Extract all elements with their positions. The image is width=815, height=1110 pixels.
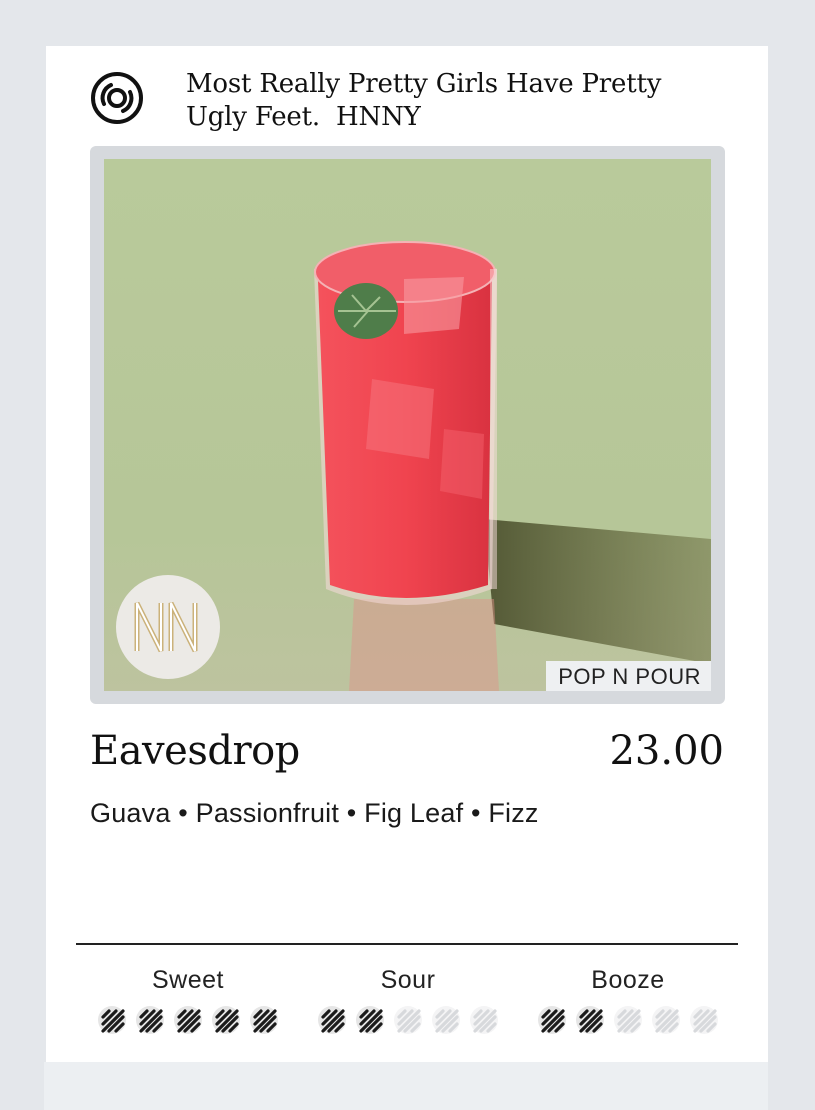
hatch-filled-icon (356, 1006, 384, 1034)
hatch-filled-icon (212, 1006, 240, 1034)
sour-scale: Sour (308, 966, 508, 1035)
hatch-filled-icon (538, 1006, 566, 1034)
scale-label-booze: Booze (591, 966, 665, 994)
song-title-line1: Most Really Pretty Girls Have Pretty (186, 69, 662, 99)
drink-photo-frame: POP N POUR (90, 146, 725, 704)
sweet-rating (88, 1005, 288, 1035)
divider (76, 943, 738, 945)
ice-cube (366, 379, 434, 459)
hatch-filled-icon (98, 1006, 126, 1034)
next-card-edge (44, 1062, 768, 1110)
hatch-filled-icon (250, 1006, 278, 1034)
scale-label-sweet: Sweet (152, 966, 224, 994)
hatch-empty-icon (690, 1006, 718, 1034)
hatch-empty-icon (614, 1006, 642, 1034)
menu-card: Most Really Pretty Girls Have Pretty Ugl… (46, 46, 768, 1062)
drink-photo[interactable]: POP N POUR (104, 159, 711, 691)
hatch-empty-icon (394, 1006, 422, 1034)
nn-logo-icon (134, 601, 198, 653)
ice-cube (404, 277, 464, 334)
ingredients-list: Guava • Passionfruit • Fig Leaf • Fizz (90, 798, 539, 828)
hatch-filled-icon (136, 1006, 164, 1034)
sour-rating (308, 1005, 508, 1035)
hatch-empty-icon (432, 1006, 460, 1034)
bar-logo (116, 575, 220, 679)
brand-tag: POP N POUR (546, 661, 711, 691)
scale-label-sour: Sour (380, 966, 436, 994)
hatch-empty-icon (470, 1006, 498, 1034)
ice-cube (440, 429, 484, 499)
song-title-line2: Ugly Feet. HNNY (186, 102, 421, 132)
glass-reflection (349, 599, 499, 691)
now-playing[interactable]: Most Really Pretty Girls Have Pretty Ugl… (90, 68, 730, 138)
vinyl-record-icon (91, 72, 143, 124)
song-title: Most Really Pretty Girls Have Pretty Ugl… (186, 68, 746, 134)
hatch-empty-icon (652, 1006, 680, 1034)
top-strip (0, 0, 815, 44)
booze-rating (528, 1005, 728, 1035)
sweet-scale: Sweet (88, 966, 288, 1035)
hatch-filled-icon (576, 1006, 604, 1034)
drink-price: 23.00 (609, 728, 724, 774)
drink-name: Eavesdrop (90, 728, 300, 774)
booze-scale: Booze (528, 966, 728, 1035)
hatch-filled-icon (174, 1006, 202, 1034)
hatch-filled-icon (318, 1006, 346, 1034)
